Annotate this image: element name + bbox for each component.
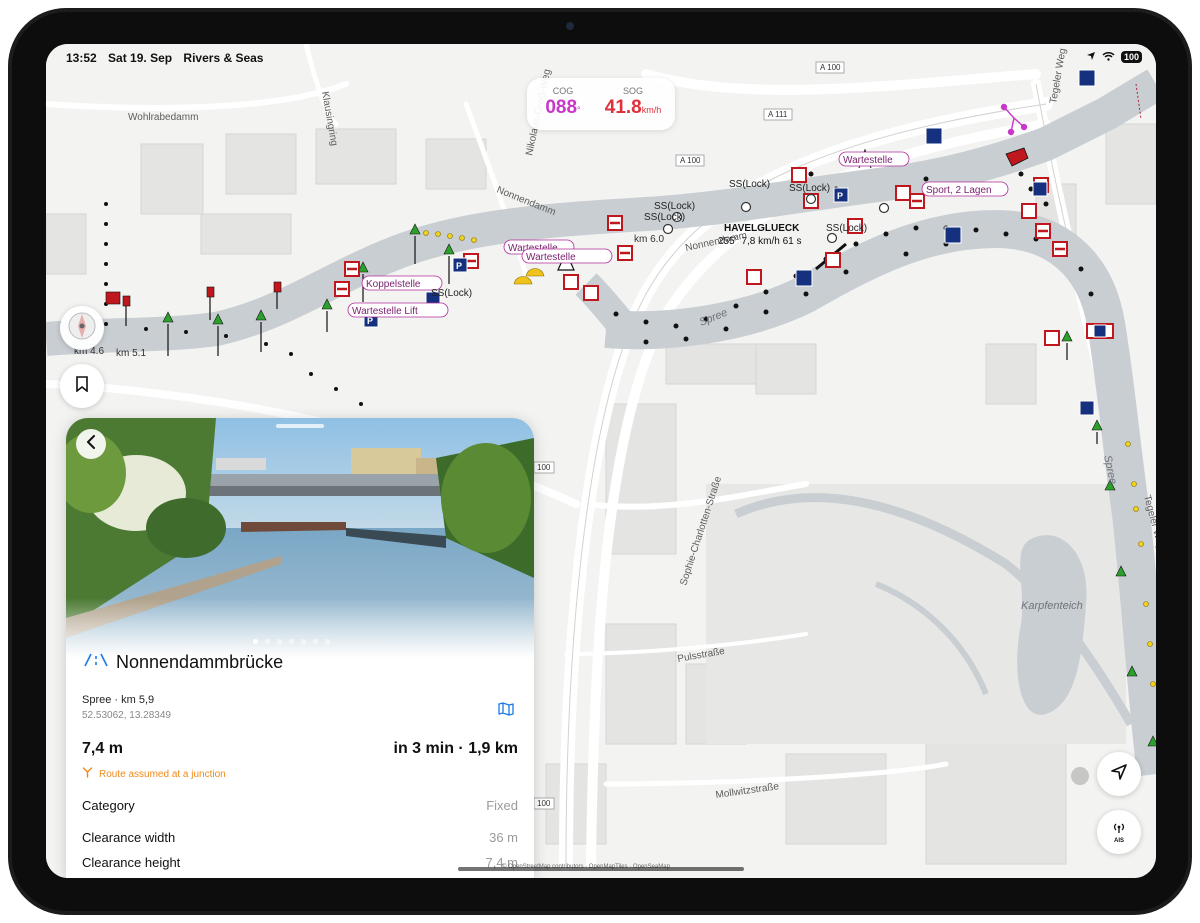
svg-text:P: P [367,316,373,326]
bridge-icon [84,653,108,672]
photo-page-indicator[interactable] [253,639,330,644]
panel-title: Nonnendammbrücke [116,652,284,672]
wifi-icon [1102,50,1115,64]
junction-icon [82,767,93,781]
ais-antenna-icon [1112,820,1126,838]
map-icon [498,702,514,720]
map-marker-sport[interactable]: Sport, 2 Lagen [926,185,992,196]
back-button[interactable] [76,429,106,459]
property-row-clearance-height: Clearance height 7,4 m [82,855,518,870]
map-marker-wartestelle-2[interactable]: Wartestelle [526,252,576,263]
photo-dot[interactable] [325,639,330,644]
lock-label-5: SS(Lock) [789,183,830,194]
compass-icon [67,311,97,346]
cog-unit: ° [577,105,581,115]
map-marker-koppelstelle[interactable]: Koppelstelle [366,279,421,290]
km-label-6-0: km 6.0 [634,234,664,245]
cog-sog-instrument[interactable]: COG 088° SOG 41.8km/h [527,78,675,130]
svg-text:P: P [837,191,843,201]
map-marker-wartestelle-3[interactable]: Wartestelle [843,155,893,166]
property-row-clearance-width: Clearance width 36 m [82,830,518,845]
front-camera [566,22,574,30]
photo-dot[interactable] [265,639,270,644]
recenter-button[interactable] [1097,752,1141,796]
compass-button[interactable] [60,306,104,350]
road-shield-100-2: 100 [537,799,551,808]
lock-label-6: SS(Lock) [826,223,867,234]
photo-dot[interactable] [253,639,258,644]
clearance-height-value: 7,4 m [82,740,123,757]
lock-label-3: SS(Lock) [644,212,685,223]
bookmark-button[interactable] [60,364,104,408]
bookmark-icon [75,375,89,397]
water-label-karpfenteich: Karpfenteich [1021,600,1083,612]
photo-dot[interactable] [313,639,318,644]
map-marker-wartestelle-lift[interactable]: Wartestelle Lift [352,306,418,317]
show-on-map-button[interactable] [498,702,514,721]
street-label-wohlrabedamm: Wohlrabedamm [128,112,198,123]
lock-label-4: SS(Lock) [729,179,770,190]
location-icon [1086,50,1096,64]
photo-dot[interactable] [289,639,294,644]
bridge-photo[interactable] [66,418,534,658]
road-shield-a111: A 111 [768,110,788,119]
status-date: Sat 19. Sep [108,51,173,65]
screen: P P P Wartestelle Wartestelle Koppelstel… [46,44,1156,878]
photo-dot[interactable] [301,639,306,644]
battery-indicator: 100 [1120,51,1142,63]
sog-label: SOG [622,86,643,96]
coordinates[interactable]: 52.53062, 13.28349 [82,710,171,721]
home-indicator[interactable] [458,867,744,871]
bridge-detail-panel[interactable]: Nonnendammbrücke Spree · km 5,9 52.53062… [66,418,534,878]
sog-unit: km/h [641,105,662,115]
status-time: 13:52 [66,51,97,65]
status-bar: 13:52 Sat 19. Sep Rivers & Seas 100 [46,44,1156,72]
junction-note: Route assumed at a junction [82,767,226,781]
ais-label: AIS [1113,838,1124,844]
photo-dot[interactable] [277,639,282,644]
waterway-km: Spree · km 5,9 [82,694,155,706]
property-label: Category [82,798,135,813]
cog-label: COG [552,86,574,96]
cog-value: 088 [545,97,578,118]
property-value: 36 m [489,830,518,845]
location-arrow-icon [1111,763,1127,785]
status-app-name: Rivers & Seas [183,51,264,65]
junction-note-text: Route assumed at a junction [99,768,226,780]
property-label: Clearance height [82,855,181,870]
property-row-category: Category Fixed [82,798,518,813]
property-label: Clearance width [82,830,176,845]
svg-text:P: P [456,261,462,271]
lock-label-2: SS(Lock) [654,201,695,212]
eta-distance: in 3 min · 1,9 km [393,740,518,757]
road-shield-a100-2: A 100 [680,156,701,165]
sog-value: 41.8 [604,97,642,118]
property-value: Fixed [486,798,518,813]
lock-label-1: SS(Lock) [431,288,472,299]
ais-button[interactable]: AIS [1097,810,1141,854]
km-label-5-1: km 5.1 [116,348,146,359]
back-icon [86,434,96,454]
road-shield-100-1: 100 [537,463,551,472]
sheet-grabber[interactable] [276,424,324,428]
